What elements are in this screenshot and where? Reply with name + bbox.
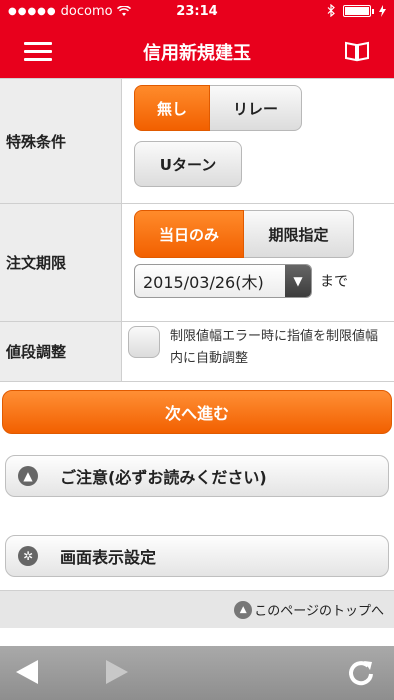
charging-icon [379,4,386,17]
back-arrow-icon[interactable] [16,660,38,684]
page-top-label: このページのトップへ [254,604,384,619]
option-uturn-button[interactable]: Uターン [134,141,242,187]
order-period-row: 注文期限 当日のみ 期限指定 2015/03/26(木) ▼ まで [0,204,394,322]
page-top-link[interactable]: ▲ このページのトップへ [0,590,394,628]
dropdown-arrow-icon: ▼ [285,265,311,297]
option-today-button[interactable]: 当日のみ [134,210,244,258]
option-none-button[interactable]: 無し [134,85,210,131]
bluetooth-icon [327,4,335,17]
book-icon[interactable] [344,40,370,62]
warning-icon: ▲ [18,466,38,486]
forward-arrow-icon[interactable] [106,660,128,684]
status-bar: ●●●●● docomo 23:14 [0,0,394,24]
option-specify-button[interactable]: 期限指定 [244,210,354,258]
next-button[interactable]: 次へ進む [2,390,392,434]
arrow-up-icon: ▲ [234,600,253,619]
auto-adjust-checkbox[interactable] [128,326,160,358]
order-form: 特殊条件 無し リレー Uターン 注文期限 当日のみ 期限指定 2015/03/… [0,78,394,382]
display-settings-label: 画面表示設定 [60,548,157,567]
notice-label: ご注意(必ずお読みください) [60,468,267,487]
page-title: 信用新規建玉 [143,43,251,64]
display-settings-button[interactable]: ✲ 画面表示設定 [5,535,389,577]
battery-icon [343,4,374,17]
nav-bar: 信用新規建玉 [0,24,394,78]
special-condition-row: 特殊条件 無し リレー Uターン [0,79,394,204]
date-select[interactable]: 2015/03/26(木) ▼ [134,264,312,298]
special-condition-segment: 無し リレー [134,85,394,131]
date-suffix: まで [320,274,348,290]
gear-icon: ✲ [18,546,38,566]
order-period-segment: 当日のみ 期限指定 [134,210,394,258]
option-relay-button[interactable]: リレー [210,85,302,131]
browser-toolbar [0,646,394,700]
order-period-label: 注文期限 [0,204,122,321]
special-condition-label: 特殊条件 [0,79,122,203]
auto-adjust-text: 制限値幅エラー時に指値を制限値幅内に自動調整 [170,329,379,366]
price-adjust-row: 値段調整 制限値幅エラー時に指値を制限値幅内に自動調整 [0,322,394,382]
reload-icon[interactable] [346,658,376,688]
date-value: 2015/03/26(木) [143,273,264,292]
notice-button[interactable]: ▲ ご注意(必ずお読みください) [5,455,389,497]
price-adjust-label: 値段調整 [0,322,122,381]
